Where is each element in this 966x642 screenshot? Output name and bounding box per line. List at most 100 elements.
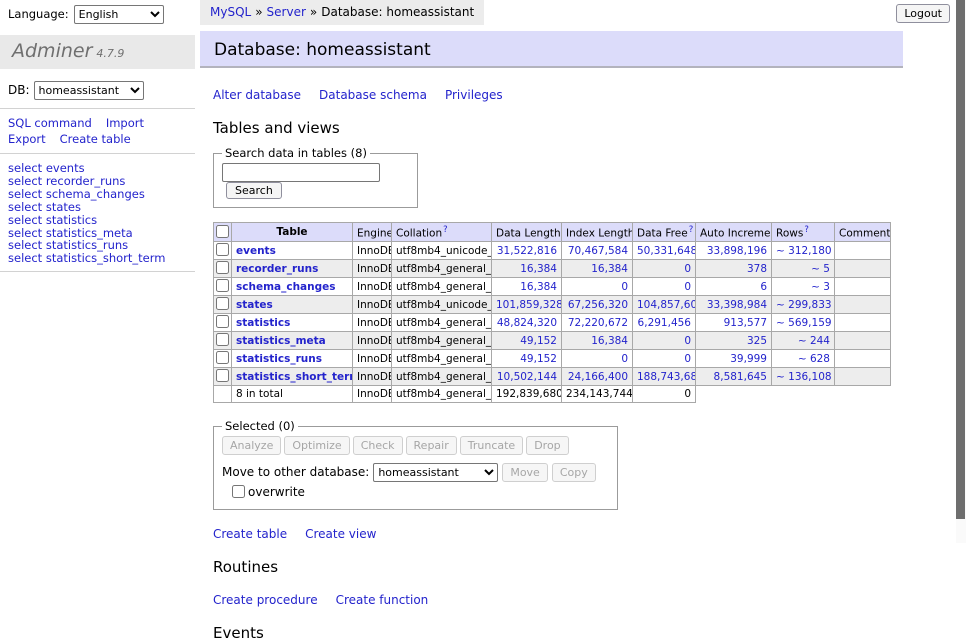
search-button[interactable]: Search (226, 182, 282, 199)
move-db-select[interactable]: homeassistant (373, 463, 498, 482)
auto-increment-link[interactable]: 913,577 (724, 317, 767, 329)
data-length-link[interactable]: 16,384 (520, 263, 557, 275)
index-length-link[interactable]: 70,467,584 (568, 245, 628, 257)
row-checkbox[interactable] (216, 279, 229, 292)
auto-increment-link[interactable]: 33,398,984 (707, 299, 767, 311)
table-name-link[interactable]: statistics (236, 317, 290, 329)
overwrite-checkbox[interactable] (232, 485, 245, 498)
help-link[interactable]: ? (689, 225, 694, 235)
create-link[interactable]: Create view (305, 527, 376, 541)
table-name-link[interactable]: schema_changes (236, 281, 336, 293)
row-checkbox[interactable] (216, 261, 229, 274)
data-length-link[interactable]: 16,384 (520, 281, 557, 293)
breadcrumb-link[interactable]: Server (267, 5, 306, 19)
search-input[interactable] (222, 163, 380, 182)
select-all-checkbox[interactable] (216, 225, 229, 238)
data-length-link[interactable]: 31,522,816 (497, 245, 557, 257)
help-link[interactable]: ? (443, 225, 448, 235)
sidebar-select-link[interactable]: select states (8, 201, 187, 214)
table-name-link[interactable]: recorder_runs (236, 263, 318, 275)
index-length-link[interactable]: 0 (621, 281, 628, 293)
data-length-link[interactable]: 10,502,144 (497, 371, 557, 383)
language-select[interactable]: English (74, 5, 164, 24)
selected-action-button[interactable]: Truncate (460, 436, 523, 455)
sidebar-select-link[interactable]: select statistics_short_term (8, 252, 187, 265)
index-length-link[interactable]: 24,166,400 (568, 371, 628, 383)
selected-action-button[interactable]: Drop (526, 436, 568, 455)
sidebar-action-link[interactable]: SQL command (8, 115, 92, 131)
index-length-link[interactable]: 67,256,320 (568, 299, 628, 311)
copy-button[interactable]: Copy (552, 463, 596, 482)
scrollbar-thumb[interactable] (956, 0, 965, 519)
data-free-link[interactable]: 0 (684, 263, 691, 275)
table-name-link[interactable]: events (236, 245, 276, 257)
rows-link[interactable]: ~ 244 (798, 335, 830, 347)
db-action-link[interactable]: Alter database (213, 88, 301, 102)
db-action-link[interactable]: Privileges (445, 88, 503, 102)
auto-increment-link[interactable]: 8,581,645 (714, 371, 767, 383)
index-length-link[interactable]: 72,220,672 (568, 317, 628, 329)
selected-action-button[interactable]: Analyze (222, 436, 281, 455)
rows-link[interactable]: ~ 569,159 (776, 317, 832, 329)
table-name-link[interactable]: states (236, 299, 273, 311)
rows-link[interactable]: ~ 136,108 (776, 371, 832, 383)
data-length-link[interactable]: 49,152 (520, 353, 557, 365)
table-name-link[interactable]: statistics_short_term (236, 371, 353, 383)
db-row: DB:homeassistant (8, 81, 195, 100)
rows-link[interactable]: ~ 628 (798, 353, 830, 365)
selected-action-button[interactable]: Check (353, 436, 403, 455)
sidebar-action-link[interactable]: Export (8, 131, 46, 147)
row-checkbox[interactable] (216, 333, 229, 346)
selected-action-button[interactable]: Optimize (284, 436, 349, 455)
data-free-link[interactable]: 6,291,456 (638, 317, 691, 329)
data-free-link[interactable]: 0 (684, 335, 691, 347)
row-checkbox[interactable] (216, 369, 229, 382)
data-length-link[interactable]: 48,824,320 (497, 317, 557, 329)
scrollbar-track[interactable] (956, 0, 966, 543)
index-length-link[interactable]: 0 (621, 353, 628, 365)
sidebar-select-link[interactable]: select recorder_runs (8, 175, 187, 188)
row-checkbox[interactable] (216, 351, 229, 364)
total-data-free: 0 (633, 386, 696, 403)
create-link[interactable]: Create table (213, 527, 287, 541)
sidebar-select-link[interactable]: select events (8, 162, 187, 175)
sidebar-select-link[interactable]: select schema_changes (8, 188, 187, 201)
db-action-link[interactable]: Database schema (319, 88, 427, 102)
rows-link[interactable]: ~ 312,180 (776, 245, 832, 257)
sidebar-select-link[interactable]: select statistics (8, 214, 187, 227)
auto-increment-link[interactable]: 378 (747, 263, 767, 275)
sidebar-action-link[interactable]: Create table (60, 131, 131, 147)
data-length-link[interactable]: 101,859,328 (496, 299, 562, 311)
data-free-link[interactable]: 0 (684, 353, 691, 365)
logout-button[interactable]: Logout (896, 4, 950, 23)
engine-cell: InnoDB (353, 260, 392, 278)
move-button[interactable]: Move (502, 463, 548, 482)
row-checkbox[interactable] (216, 243, 229, 256)
db-select[interactable]: homeassistant (34, 81, 144, 100)
auto-increment-link[interactable]: 39,999 (730, 353, 767, 365)
breadcrumb-link[interactable]: MySQL (210, 5, 251, 19)
data-free-link[interactable]: 0 (684, 281, 691, 293)
row-checkbox-cell (214, 332, 232, 350)
data-length-link[interactable]: 49,152 (520, 335, 557, 347)
data-free-link[interactable]: 104,857,600 (637, 299, 696, 311)
rows-link[interactable]: ~ 3 (811, 281, 830, 293)
data-free-link[interactable]: 50,331,648 (637, 245, 696, 257)
data-free-link[interactable]: 188,743,680 (637, 371, 696, 383)
index-length-link[interactable]: 16,384 (591, 263, 628, 275)
rows-link[interactable]: ~ 5 (811, 263, 830, 275)
index-length-link[interactable]: 16,384 (591, 335, 628, 347)
table-name-link[interactable]: statistics_meta (236, 335, 326, 347)
auto-increment-link[interactable]: 325 (747, 335, 767, 347)
table-name-link[interactable]: statistics_runs (236, 353, 322, 365)
selected-action-button[interactable]: Repair (406, 436, 457, 455)
row-checkbox[interactable] (216, 315, 229, 328)
routine-link[interactable]: Create procedure (213, 593, 318, 607)
auto-increment-link[interactable]: 6 (760, 281, 767, 293)
sidebar-action-link[interactable]: Import (106, 115, 144, 131)
rows-link[interactable]: ~ 299,833 (776, 299, 832, 311)
row-checkbox[interactable] (216, 297, 229, 310)
auto-increment-link[interactable]: 33,898,196 (707, 245, 767, 257)
routine-link[interactable]: Create function (336, 593, 429, 607)
help-link[interactable]: ? (804, 225, 809, 235)
